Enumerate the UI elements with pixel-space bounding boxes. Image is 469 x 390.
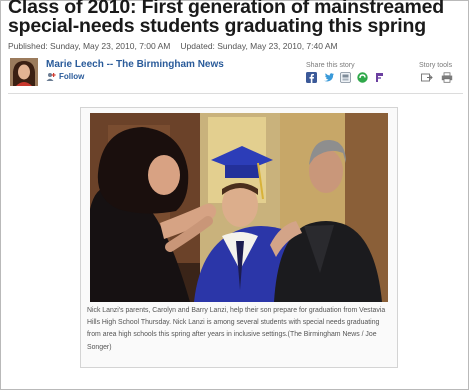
story-tools-icons xyxy=(421,72,453,83)
yahoo-buzz-icon[interactable] xyxy=(374,72,385,83)
article-headline: Class of 2010: First generation of mains… xyxy=(8,0,444,37)
twitter-icon[interactable] xyxy=(323,72,334,83)
share-title: Share this story xyxy=(306,62,355,69)
byline-divider xyxy=(8,93,463,94)
photo-caption: Nick Lanzi's parents, Carolyn and Barry … xyxy=(87,307,386,351)
facebook-icon[interactable] xyxy=(306,72,317,83)
follow-link[interactable]: Follow xyxy=(59,72,84,81)
share-icons xyxy=(306,72,385,83)
published-date: Published: Sunday, May 23, 2010, 7:00 AM xyxy=(8,41,171,51)
updated-date: Updated: Sunday, May 23, 2010, 7:40 AM xyxy=(180,41,338,51)
stumbleupon-icon[interactable] xyxy=(357,72,368,83)
email-icon[interactable] xyxy=(421,72,433,83)
author-avatar[interactable] xyxy=(10,58,38,86)
print-icon[interactable] xyxy=(441,72,453,83)
story-tools-title: Story tools xyxy=(419,62,453,69)
author-name-link[interactable]: Marie Leech -- The Birmingham News xyxy=(46,59,224,70)
digg-icon[interactable] xyxy=(340,72,351,83)
article-dates: Published: Sunday, May 23, 2010, 7:00 AM… xyxy=(8,41,338,51)
photo-figure: Nick Lanzi's parents, Carolyn and Barry … xyxy=(80,107,398,368)
byline-bar: Marie Leech -- The Birmingham News Follo… xyxy=(8,57,463,89)
graduation-photo[interactable] xyxy=(90,113,388,302)
follow-user-icon[interactable] xyxy=(46,72,56,82)
